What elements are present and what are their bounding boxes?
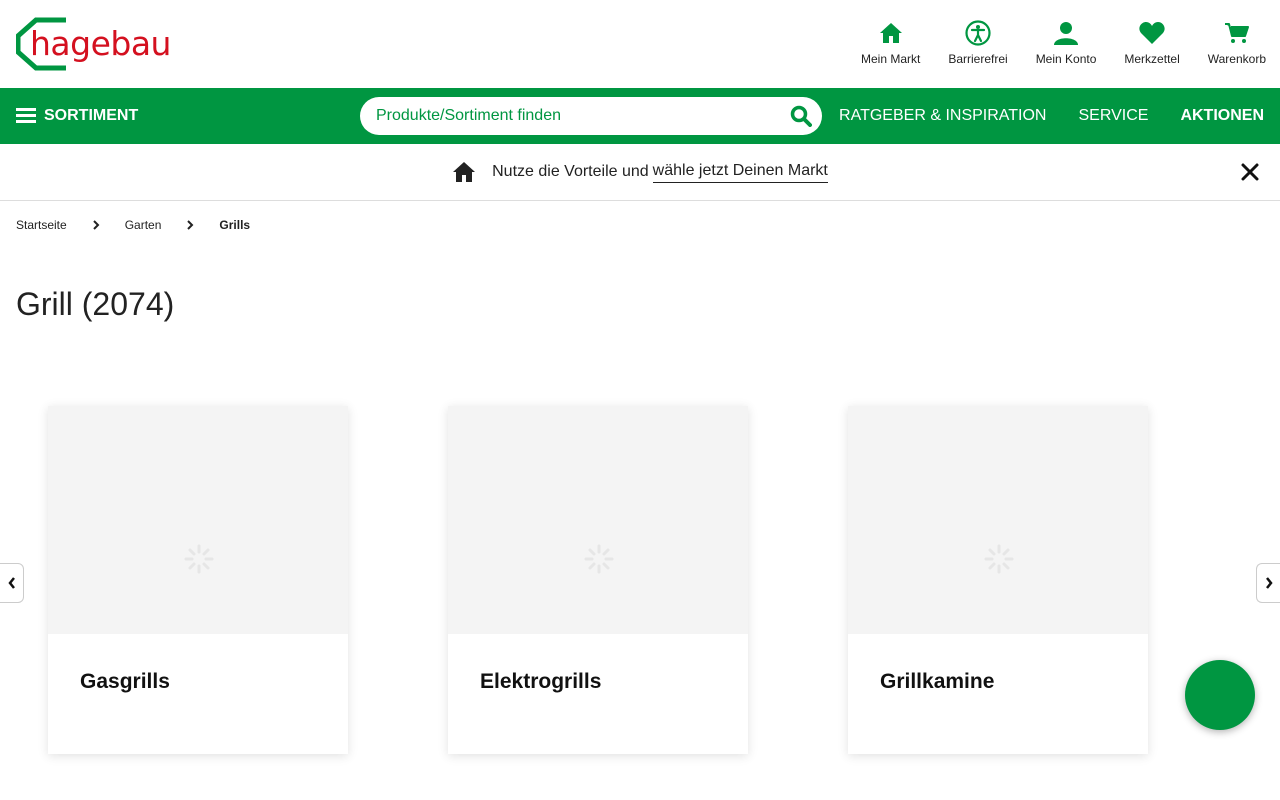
loading-spinner-icon	[184, 544, 214, 574]
accessibility-icon	[965, 20, 991, 46]
nav-link-service[interactable]: SERVICE	[1078, 107, 1148, 125]
warenkorb-label: Warenkorb	[1207, 52, 1266, 66]
logo-text: hagebau	[30, 24, 171, 63]
mein-markt-label: Mein Markt	[860, 52, 921, 66]
home-icon	[878, 20, 904, 46]
category-image	[848, 406, 1148, 634]
mein-konto-label: Mein Konto	[1035, 52, 1097, 66]
sortiment-menu-button[interactable]: SORTIMENT	[16, 88, 138, 144]
barrierefrei-button[interactable]: Barrierefrei	[948, 20, 1008, 66]
user-icon	[1053, 20, 1079, 46]
category-card-gasgrills[interactable]: Gasgrills	[48, 406, 348, 754]
loading-spinner-icon	[584, 544, 614, 574]
nav-links: RATGEBER & INSPIRATION SERVICE AKTIONEN	[807, 88, 1264, 144]
top-icons: Mein Markt Barrierefrei Mein Konto Merkz…	[833, 20, 1266, 66]
barrierefrei-label: Barrierefrei	[948, 52, 1008, 66]
breadcrumb: Startseite Garten Grills	[16, 218, 250, 232]
merkzettel-button[interactable]: Merkzettel	[1124, 20, 1180, 66]
sortiment-label: SORTIMENT	[44, 107, 139, 124]
category-card-elektrogrills[interactable]: Elektrogrills	[448, 406, 748, 754]
category-title: Grillkamine	[880, 670, 995, 693]
category-carousel: Gasgrills Elektrogrills Grillkamine	[0, 406, 1280, 756]
search-bar	[360, 97, 822, 135]
close-icon[interactable]	[1240, 162, 1260, 182]
search-input[interactable]	[360, 107, 760, 125]
cart-icon	[1224, 20, 1250, 46]
mein-markt-button[interactable]: Mein Markt	[861, 20, 920, 66]
category-card-grillkamine[interactable]: Grillkamine	[848, 406, 1148, 754]
home-icon	[453, 162, 476, 182]
breadcrumb-garten[interactable]: Garten	[125, 218, 162, 232]
breadcrumb-startseite[interactable]: Startseite	[16, 218, 67, 232]
loading-spinner-icon	[984, 544, 1014, 574]
notice-text: Nutze die Vorteile und	[492, 163, 649, 180]
carousel-prev-button[interactable]	[0, 563, 24, 603]
market-notice-bar: Nutze die Vorteile und wähle jetzt Deine…	[0, 144, 1280, 201]
hamburger-icon	[16, 108, 36, 124]
chevron-right-icon	[1265, 577, 1273, 589]
carousel-next-button[interactable]	[1256, 563, 1280, 603]
category-image	[448, 406, 748, 634]
page-title: Grill (2074)	[16, 286, 175, 322]
category-image	[48, 406, 348, 634]
header: hagebau Mein Markt Barrierefrei Mein Kon…	[0, 0, 1280, 88]
choose-market-link[interactable]: wähle jetzt Deinen Markt	[652, 162, 828, 183]
category-title: Gasgrills	[80, 670, 170, 693]
hagebau-logo[interactable]: hagebau	[16, 16, 172, 72]
nav-link-aktionen[interactable]: AKTIONEN	[1180, 107, 1264, 125]
chevron-right-icon	[187, 220, 194, 230]
nav-link-ratgeber[interactable]: RATGEBER & INSPIRATION	[839, 107, 1046, 125]
merkzettel-label: Merkzettel	[1124, 52, 1180, 66]
breadcrumb-grills: Grills	[219, 218, 251, 232]
chevron-right-icon	[92, 220, 100, 230]
chat-button[interactable]	[1185, 660, 1255, 730]
mein-konto-button[interactable]: Mein Konto	[1035, 20, 1097, 66]
category-title: Elektrogrills	[480, 670, 602, 693]
warenkorb-button[interactable]: Warenkorb	[1208, 20, 1266, 66]
heart-icon	[1139, 20, 1165, 46]
main-navbar: SORTIMENT RATGEBER & INSPIRATION SERVICE…	[0, 88, 1280, 144]
chevron-left-icon	[7, 577, 15, 589]
